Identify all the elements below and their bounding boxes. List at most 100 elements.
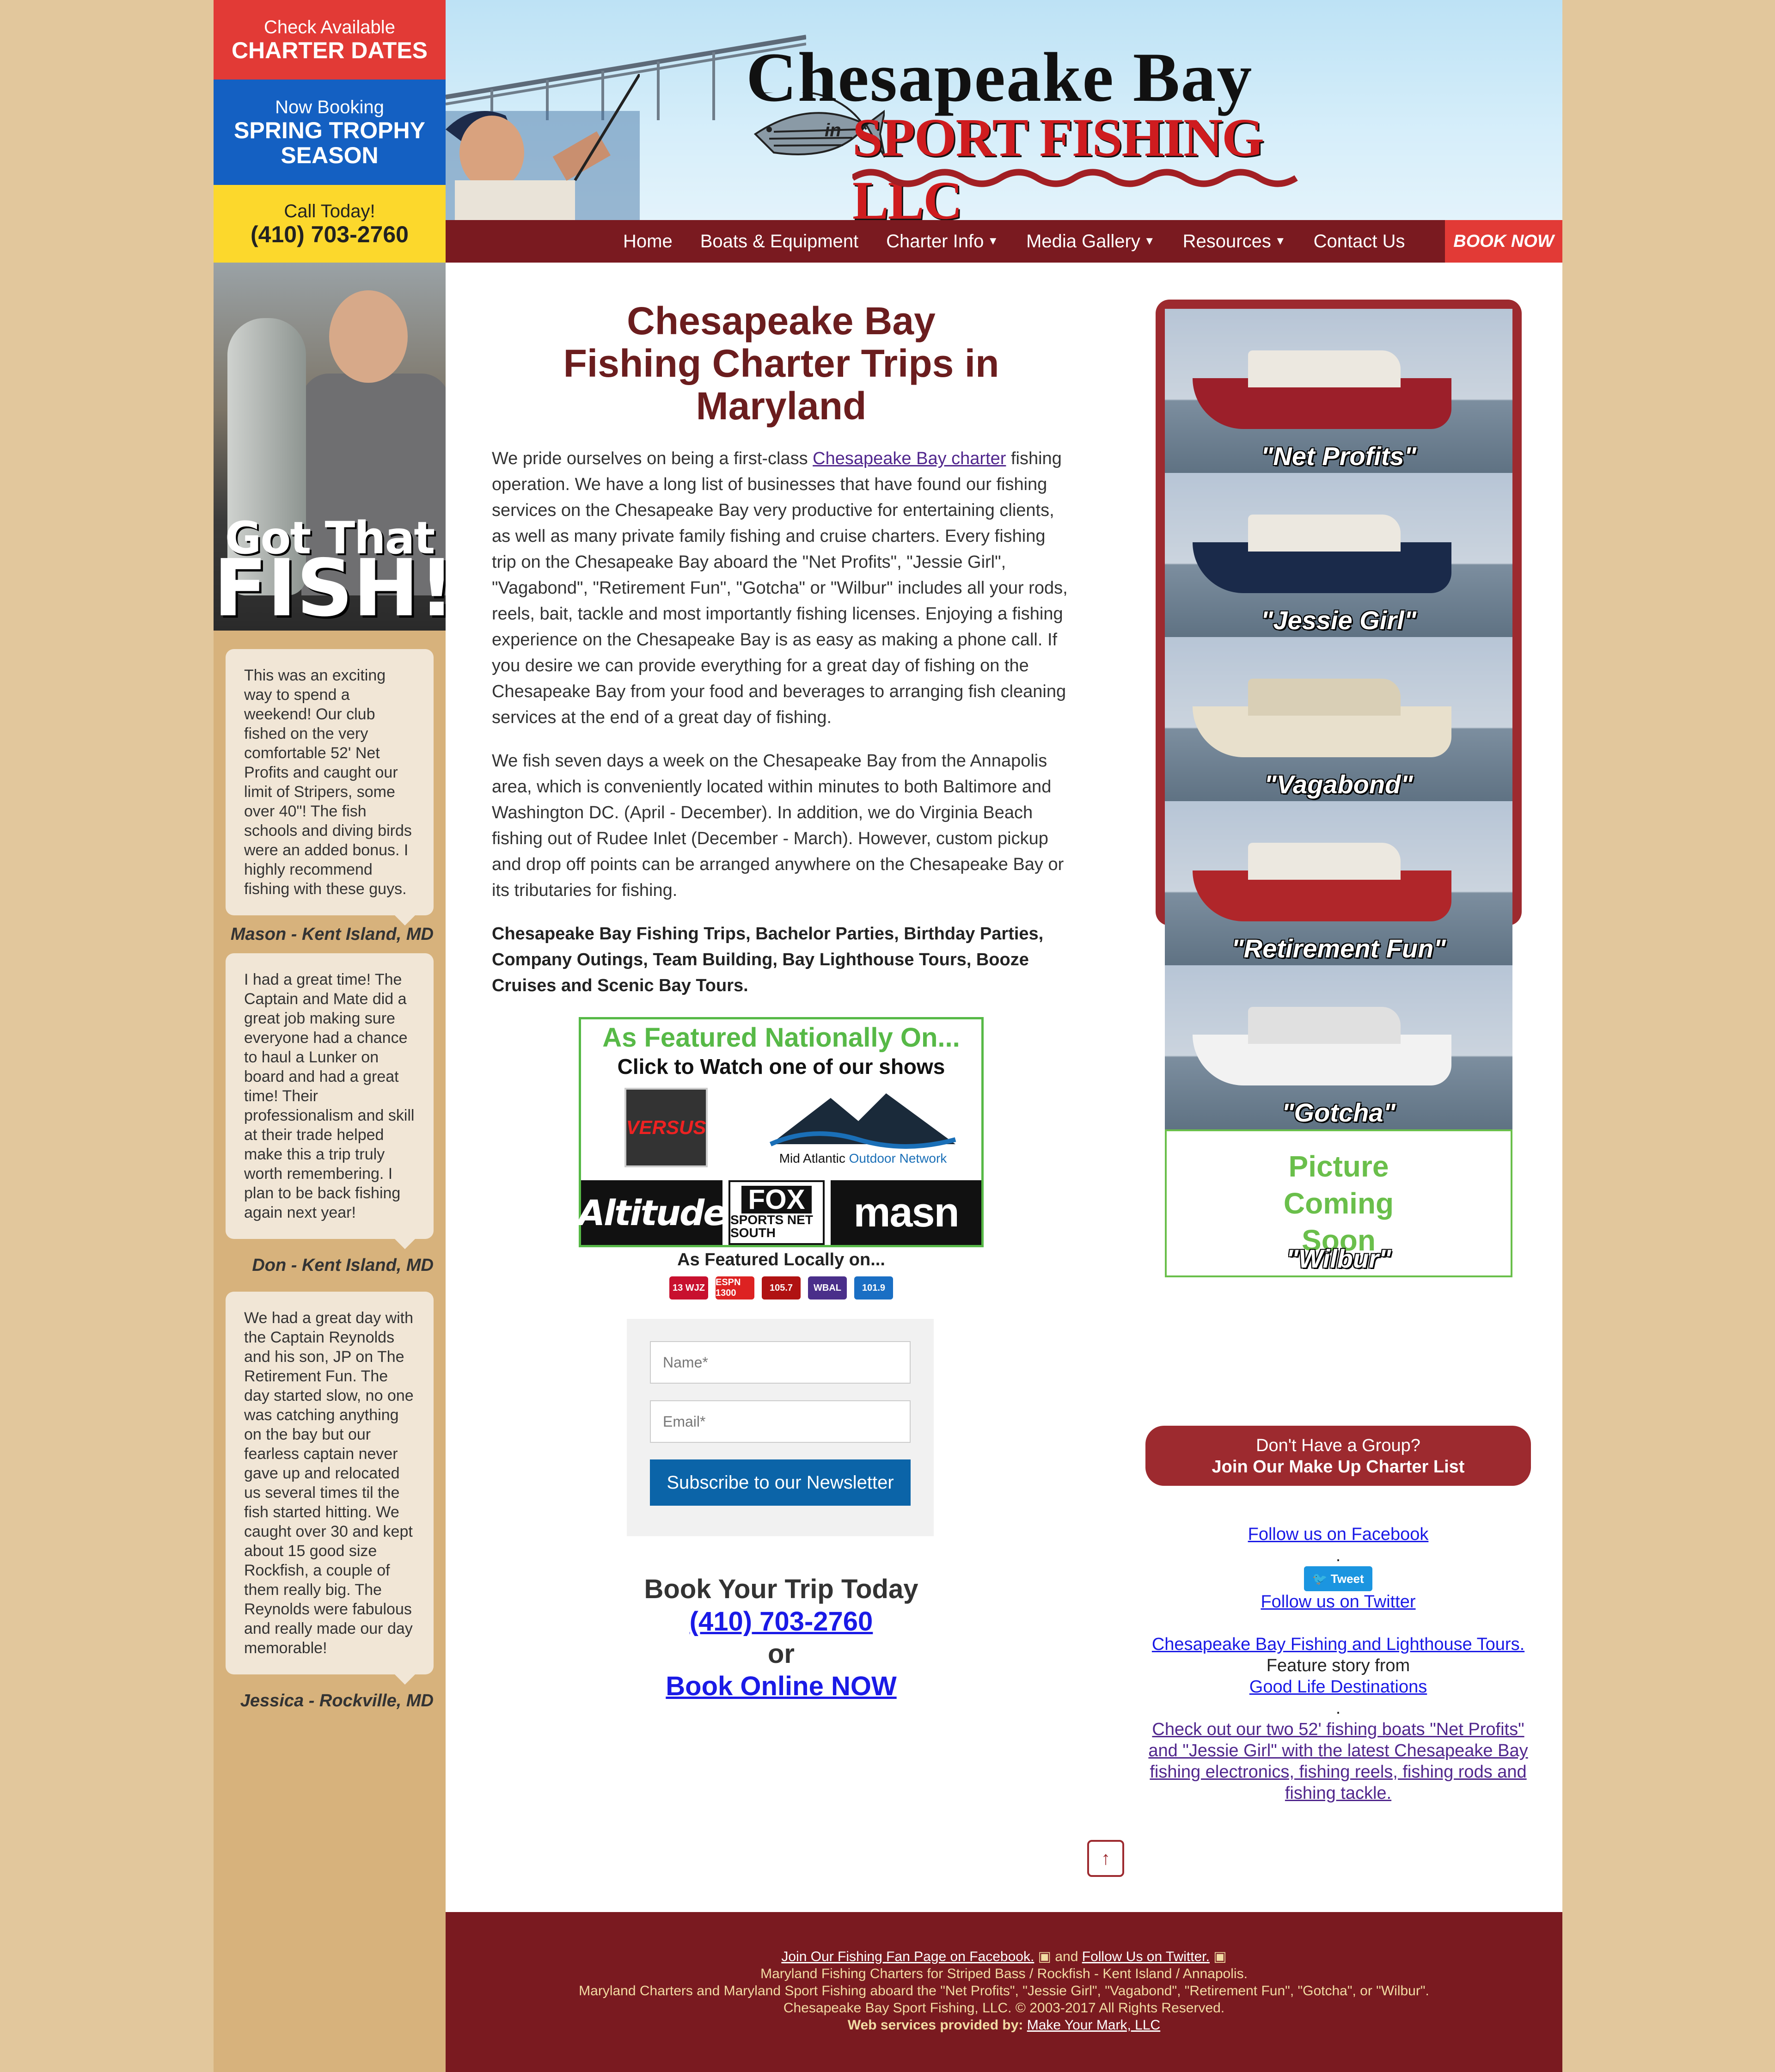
- good-life-link[interactable]: Good Life Destinations: [1249, 1677, 1427, 1697]
- schedule-paragraph: We fish seven days a week on the Chesape…: [492, 751, 1064, 900]
- testimonial-card: This was an exciting way to spend a week…: [226, 649, 434, 926]
- boat-gotcha[interactable]: "Gotcha": [1165, 965, 1512, 1129]
- mid-atlantic-name-b: Outdoor Network: [849, 1151, 947, 1165]
- spring-trophy-promo[interactable]: Now Booking SPRING TROPHY SEASON: [214, 80, 446, 185]
- book-online-link[interactable]: Book Online NOW: [666, 1671, 896, 1701]
- footer-and: and: [1051, 1949, 1082, 1964]
- footer-facebook-link[interactable]: Join Our Fishing Fan Page on Facebook.: [781, 1949, 1034, 1964]
- footer-web-services: Web services provided by:: [847, 2017, 1023, 2033]
- wjz-logo[interactable]: 13 WJZ: [669, 1276, 708, 1300]
- network-logos-row: Altitude FOX SPORTS NET SOUTH masn: [578, 1180, 981, 1245]
- charter-link[interactable]: Chesapeake Bay charter: [813, 449, 1006, 468]
- left-sidebar: Check Available CHARTER DATES Now Bookin…: [214, 0, 446, 2072]
- mid-atlantic-name-a: Mid Atlantic: [779, 1151, 845, 1165]
- boat-name: "Wilbur": [1286, 1244, 1391, 1273]
- phone-link[interactable]: (410) 703-2760: [690, 1606, 873, 1637]
- nav-home[interactable]: Home: [609, 231, 686, 252]
- altitude-logo[interactable]: Altitude: [578, 1180, 727, 1245]
- mid-atlantic-outdoor-logo[interactable]: Mid Atlantic Outdoor Network: [766, 1089, 960, 1172]
- versus-logo[interactable]: VERSUS: [624, 1088, 708, 1167]
- fleet-title: Cheasapeake Bay Sport Fishing Fleet: [1181, 1295, 1497, 1359]
- intro-text-after: fishing operation. We have a long list o…: [492, 449, 1068, 727]
- logo-sport-fishing-text: SPORT FISHING LLC: [852, 107, 1264, 220]
- testimonial-author: Don - Kent Island, MD: [252, 1256, 434, 1275]
- tweet-label: Tweet: [1330, 1572, 1364, 1586]
- caret-down-icon: ▼: [987, 235, 999, 247]
- twitter-link[interactable]: Follow us on Twitter: [1261, 1592, 1415, 1612]
- nav-charter-info[interactable]: Charter Info ▼: [872, 231, 1012, 252]
- local-logos-row: 13 WJZ ESPN 1300 105.7 WBAL 101.9: [492, 1276, 1071, 1300]
- lighthouse-tours-link[interactable]: Chesapeake Bay Fishing and Lighthouse To…: [1152, 1635, 1524, 1654]
- separator-dot: .: [1335, 1698, 1341, 1718]
- charter-dates-promo[interactable]: Check Available CHARTER DATES: [214, 0, 446, 80]
- featured-subtitle: Click to Watch one of our shows: [617, 1054, 945, 1079]
- featured-title: As Featured Nationally On...: [602, 1023, 960, 1053]
- back-to-top-button[interactable]: ↑: [1087, 1840, 1124, 1877]
- site-header: Chesapeake Bay in SPORT FISHING LLC: [446, 0, 1562, 220]
- boat-vagabond[interactable]: "Vagabond": [1165, 637, 1512, 801]
- nav-boats-equipment[interactable]: Boats & Equipment: [686, 231, 872, 252]
- boat-name: "Gotcha": [1281, 1098, 1396, 1127]
- subscribe-button[interactable]: Subscribe to our Newsletter: [650, 1459, 911, 1506]
- main-nav: Home Boats & Equipment Charter Info ▼ Med…: [446, 220, 1562, 263]
- espn-logo[interactable]: ESPN 1300: [716, 1276, 754, 1300]
- nav-label: Media Gallery: [1026, 231, 1140, 251]
- boat-name: "Retirement Fun": [1231, 934, 1446, 963]
- footer-line3: Maryland Charters and Maryland Sport Fis…: [579, 1983, 1429, 1998]
- got-that-fish-image[interactable]: Got That FISH!: [214, 263, 446, 631]
- testimonial-card: We had a great day with the Captain Reyn…: [226, 1292, 434, 1685]
- nav-media-gallery[interactable]: Media Gallery ▼: [1012, 231, 1169, 252]
- logo-chesapeake-bay[interactable]: Chesapeake Bay: [746, 37, 1253, 117]
- call-today-promo[interactable]: Call Today! (410) 703-2760: [214, 185, 446, 263]
- boat-name: "Net Profits": [1261, 441, 1417, 471]
- facebook-icon: ▣: [1034, 1949, 1052, 1964]
- page: Check Available CHARTER DATES Now Bookin…: [214, 0, 1562, 2072]
- intro-text-before: We pride ourselves on being a first-clas…: [492, 449, 813, 468]
- separator-dot: .: [1335, 1546, 1341, 1565]
- promo-line2: SPRING TROPHY SEASON: [234, 117, 425, 168]
- nav-resources[interactable]: Resources ▼: [1169, 231, 1300, 252]
- nav-items: Home Boats & Equipment Charter Info ▼ Med…: [609, 231, 1419, 252]
- footer-makeyourmark-link[interactable]: Make Your Mark, LLC: [1027, 2017, 1160, 2033]
- boat-wilbur[interactable]: Picture Coming Soon "Wilbur": [1165, 1129, 1512, 1277]
- masn-logo[interactable]: masn: [831, 1180, 981, 1245]
- name-input[interactable]: Name*: [650, 1341, 911, 1384]
- twitter-icon: ▣: [1209, 1949, 1227, 1964]
- radio-1019-logo[interactable]: 101.9: [854, 1276, 893, 1300]
- boat-retirement-fun[interactable]: "Retirement Fun": [1165, 801, 1512, 965]
- nav-label: Resources: [1182, 231, 1271, 251]
- featured-locally-title: As Featured Locally on...: [677, 1250, 885, 1269]
- services-paragraph: Chesapeake Bay Fishing Trips, Bachelor P…: [492, 924, 1044, 995]
- email-input[interactable]: Email*: [650, 1400, 911, 1443]
- makeup-line1: Don't Have a Group?: [1256, 1436, 1420, 1455]
- testimonial-author: Jessica - Rockville, MD: [240, 1691, 434, 1710]
- boat-name: "Jessie Girl": [1261, 606, 1417, 635]
- fishing-boats-link[interactable]: Check out our two 52' fishing boats "Net…: [1148, 1720, 1528, 1803]
- promo-phone: (410) 703-2760: [251, 221, 409, 247]
- boat-cabin: [1248, 515, 1401, 552]
- twitter-bird-icon: 🐦: [1312, 1572, 1331, 1586]
- testimonial-text: We had a great day with the Captain Reyn…: [244, 1309, 414, 1657]
- featured-nationally-box[interactable]: As Featured Nationally On... Click to Wa…: [578, 1017, 984, 1247]
- facebook-link[interactable]: Follow us on Facebook: [1248, 1525, 1429, 1544]
- footer-copyright: Chesapeake Bay Sport Fishing, LLC. © 200…: [783, 2000, 1225, 2016]
- book-now-button[interactable]: BOOK NOW: [1445, 220, 1562, 263]
- boat-cabin: [1248, 679, 1401, 716]
- wbal-logo[interactable]: WBAL: [808, 1276, 847, 1300]
- radio-1057-logo[interactable]: 105.7: [762, 1276, 801, 1300]
- boat-jessie-girl[interactable]: "Jessie Girl": [1165, 473, 1512, 637]
- intro-paragraph: We pride ourselves on being a first-clas…: [492, 446, 1071, 730]
- mid-atlantic-name: Mid Atlantic Outdoor Network: [766, 1151, 960, 1166]
- tweet-button[interactable]: 🐦 Tweet: [1304, 1566, 1372, 1591]
- caret-down-icon: ▼: [1144, 235, 1155, 247]
- fox-sports-south-logo[interactable]: FOX SPORTS NET SOUTH: [728, 1180, 825, 1245]
- footer-twitter-link[interactable]: Follow Us on Twitter.: [1082, 1949, 1210, 1964]
- footer-line2: Maryland Fishing Charters for Striped Ba…: [760, 1966, 1248, 1981]
- social-links: Follow us on Facebook . 🐦 Tweet Follow u…: [1145, 1524, 1531, 1804]
- fox-text: FOX: [741, 1186, 812, 1214]
- nav-contact-us[interactable]: Contact Us: [1300, 231, 1419, 252]
- boat-cabin: [1248, 1007, 1401, 1044]
- main-content: Chesapeake Bay Fishing Charter Trips in …: [446, 263, 1562, 1912]
- boat-net-profits[interactable]: "Net Profits": [1165, 309, 1512, 473]
- makeup-charter-button[interactable]: Don't Have a Group? Join Our Make Up Cha…: [1145, 1426, 1531, 1486]
